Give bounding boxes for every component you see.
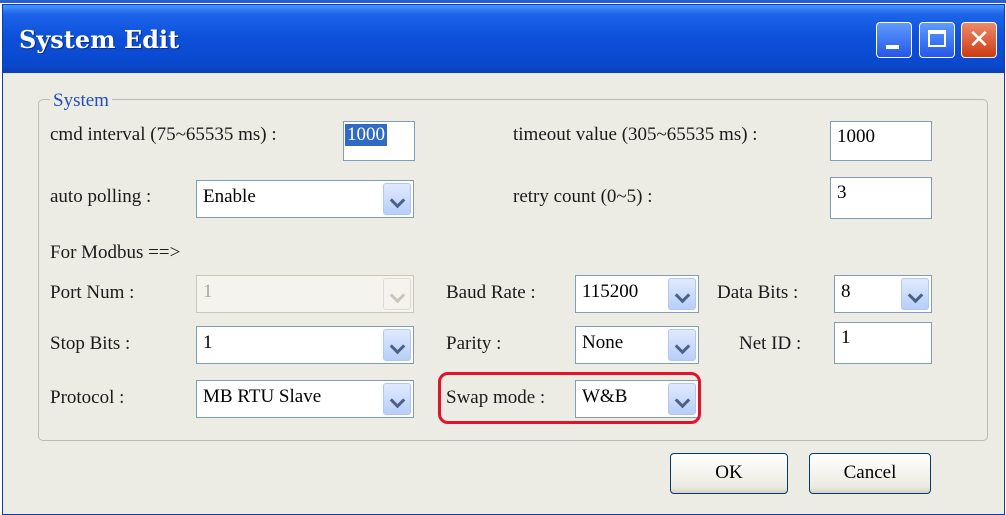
- window-title: System Edit: [19, 25, 180, 54]
- baud-rate-label: Baud Rate :: [446, 282, 536, 303]
- modbus-section-label: For Modbus ==>: [50, 242, 181, 263]
- parity-select[interactable]: None: [575, 326, 699, 364]
- protocol-label: Protocol :: [50, 387, 125, 408]
- minimize-icon: [886, 45, 899, 49]
- net-id-input[interactable]: 1: [834, 322, 932, 364]
- title-bar[interactable]: System Edit ✕: [3, 5, 1004, 73]
- stop-bits-value: 1: [203, 332, 213, 353]
- parity-value: None: [582, 332, 624, 353]
- cmd-interval-selected-text: 1000: [345, 124, 387, 146]
- auto-polling-select[interactable]: Enable: [196, 180, 414, 218]
- chevron-down-icon: [383, 278, 411, 310]
- protocol-value: MB RTU Slave: [203, 386, 322, 407]
- port-num-select: 1: [196, 275, 414, 313]
- chevron-down-icon[interactable]: [668, 329, 696, 361]
- minimize-button[interactable]: [876, 22, 912, 58]
- stop-bits-label: Stop Bits :: [50, 333, 131, 354]
- system-group-label: System: [50, 90, 112, 112]
- data-bits-select[interactable]: 8: [834, 275, 932, 313]
- chevron-down-icon[interactable]: [383, 329, 411, 361]
- screen-top-edge: [0, 0, 1006, 3]
- chevron-down-icon[interactable]: [383, 383, 411, 415]
- chevron-down-icon[interactable]: [901, 278, 929, 310]
- data-bits-value: 8: [841, 281, 851, 302]
- timeout-value-label: timeout value (305~65535 ms) :: [513, 124, 758, 145]
- stop-bits-select[interactable]: 1: [196, 326, 414, 364]
- auto-polling-label: auto polling :: [50, 186, 152, 207]
- baud-rate-value: 115200: [582, 281, 639, 302]
- close-icon: ✕: [968, 25, 990, 55]
- retry-count-label: retry count (0~5) :: [513, 186, 653, 207]
- auto-polling-value: Enable: [203, 186, 256, 207]
- swap-mode-highlight-annotation: [438, 372, 701, 424]
- protocol-select[interactable]: MB RTU Slave: [196, 380, 414, 418]
- port-num-label: Port Num :: [50, 282, 135, 303]
- cmd-interval-input[interactable]: 1000: [343, 121, 415, 161]
- timeout-value-input[interactable]: 1000: [830, 121, 932, 161]
- baud-rate-select[interactable]: 115200: [575, 275, 699, 313]
- close-button[interactable]: ✕: [961, 22, 997, 58]
- ok-button[interactable]: OK: [670, 453, 788, 494]
- parity-label: Parity :: [446, 333, 502, 354]
- maximize-button[interactable]: [919, 22, 955, 58]
- net-id-label: Net ID :: [739, 333, 802, 354]
- maximize-icon: [928, 30, 946, 47]
- cancel-button[interactable]: Cancel: [809, 453, 931, 494]
- data-bits-label: Data Bits :: [717, 282, 799, 303]
- port-num-value: 1: [203, 281, 213, 302]
- cmd-interval-label: cmd interval (75~65535 ms) :: [50, 124, 277, 145]
- chevron-down-icon[interactable]: [383, 183, 411, 215]
- chevron-down-icon[interactable]: [668, 278, 696, 310]
- retry-count-input[interactable]: 3: [830, 177, 932, 219]
